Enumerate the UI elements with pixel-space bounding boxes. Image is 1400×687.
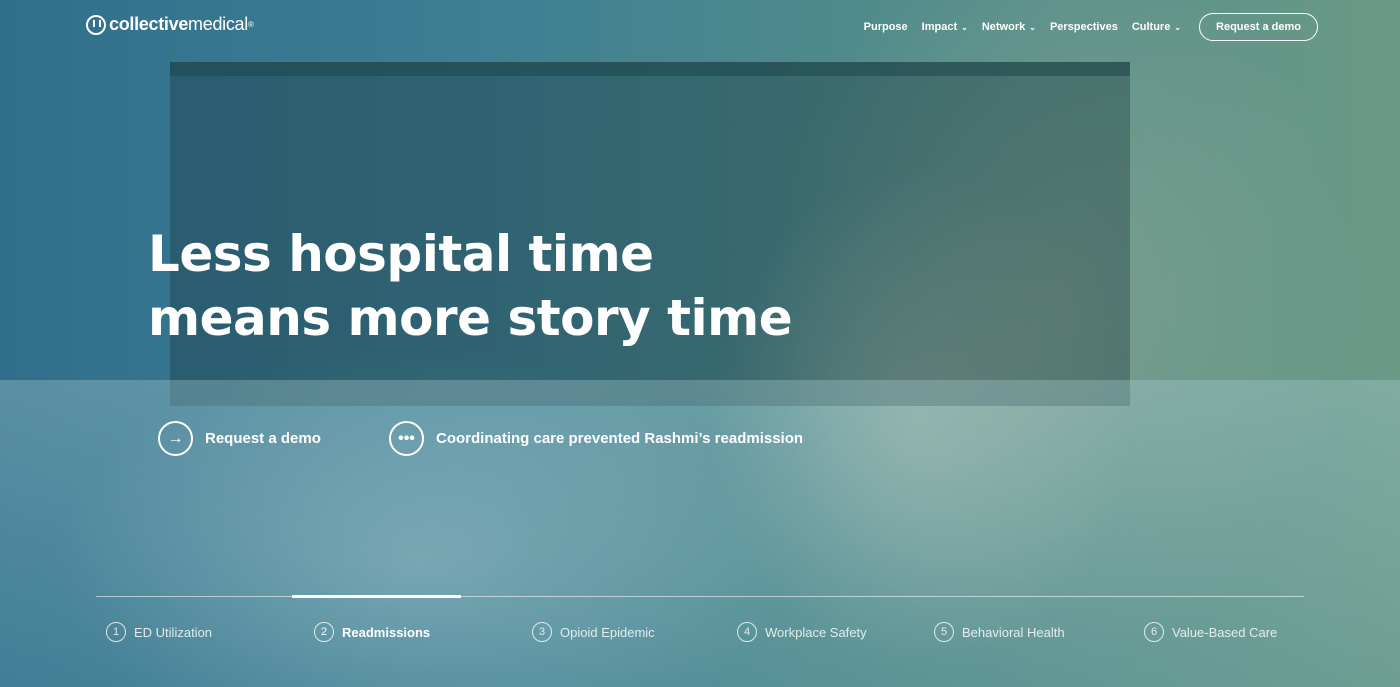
main-nav: Purpose Impact ⌄ Network ⌄ Perspectives …: [864, 13, 1318, 41]
tab-readmissions[interactable]: 2 Readmissions: [314, 622, 430, 642]
nav-item-impact[interactable]: Impact ⌄: [922, 21, 968, 33]
tab-label: Value-Based Care: [1172, 624, 1278, 640]
nav-item-perspectives[interactable]: Perspectives: [1050, 21, 1118, 33]
tab-number: 6: [1144, 622, 1164, 642]
nav-item-purpose[interactable]: Purpose: [864, 21, 908, 33]
chevron-down-icon: ⌄: [1029, 22, 1036, 32]
tab-label: Workplace Safety: [765, 624, 867, 640]
cta-label: Coordinating care prevented Rashmi’s rea…: [436, 430, 804, 447]
request-demo-cta[interactable]: → Request a demo: [158, 421, 321, 456]
nav-label: Purpose: [863, 21, 908, 33]
tab-behavioral-health[interactable]: 5 Behavioral Health: [934, 622, 1065, 642]
tab-number: 3: [532, 622, 552, 642]
active-tab-indicator: [292, 595, 461, 598]
tab-ed-utilization[interactable]: 1 ED Utilization: [106, 622, 212, 642]
nav-item-culture[interactable]: Culture ⌄: [1132, 21, 1181, 33]
arrow-right-icon: →: [158, 421, 193, 456]
tab-label: Opioid Epidemic: [560, 624, 655, 640]
headline-line-1: Less hospital time: [148, 225, 654, 283]
tab-label: Readmissions: [342, 624, 431, 640]
nav-label: Culture: [1131, 21, 1171, 33]
chevron-down-icon: ⌄: [961, 22, 968, 32]
request-demo-nav-button[interactable]: Request a demo: [1199, 13, 1318, 41]
nav-label: Perspectives: [1049, 21, 1118, 33]
logo-text-bold: collective: [109, 14, 189, 34]
tab-label: ED Utilization: [134, 624, 213, 640]
logo-mark-icon: [86, 14, 106, 35]
tab-number: 4: [737, 622, 757, 642]
tab-value-based-care[interactable]: 6 Value-Based Care: [1144, 622, 1277, 642]
tab-number: 2: [314, 622, 334, 642]
story-tabs: 1 ED Utilization 2 Readmissions 3 Opioid…: [0, 622, 1400, 646]
registered-mark: ®: [247, 20, 254, 29]
chevron-down-icon: ⌄: [1174, 22, 1182, 32]
tab-opioid-epidemic[interactable]: 3 Opioid Epidemic: [532, 622, 655, 642]
nav-label: Impact: [921, 21, 958, 33]
nav-item-network[interactable]: Network ⌄: [982, 21, 1036, 33]
more-dots-icon: •••: [389, 421, 424, 456]
story-cta[interactable]: ••• Coordinating care prevented Rashmi’s…: [389, 421, 803, 456]
tab-number: 5: [934, 622, 954, 642]
logo[interactable]: collective medical ®: [86, 14, 254, 35]
cta-label: Request a demo: [205, 430, 321, 447]
tabs-divider: [96, 596, 1304, 597]
tab-label: Behavioral Health: [962, 624, 1065, 640]
tab-workplace-safety[interactable]: 4 Workplace Safety: [737, 622, 867, 642]
tab-number: 1: [106, 622, 126, 642]
logo-text-light: medical: [188, 14, 248, 34]
hero-headline: Less hospital time means more story time: [148, 222, 793, 350]
headline-line-2: means more story time: [148, 289, 793, 347]
nav-label: Network: [981, 21, 1026, 33]
